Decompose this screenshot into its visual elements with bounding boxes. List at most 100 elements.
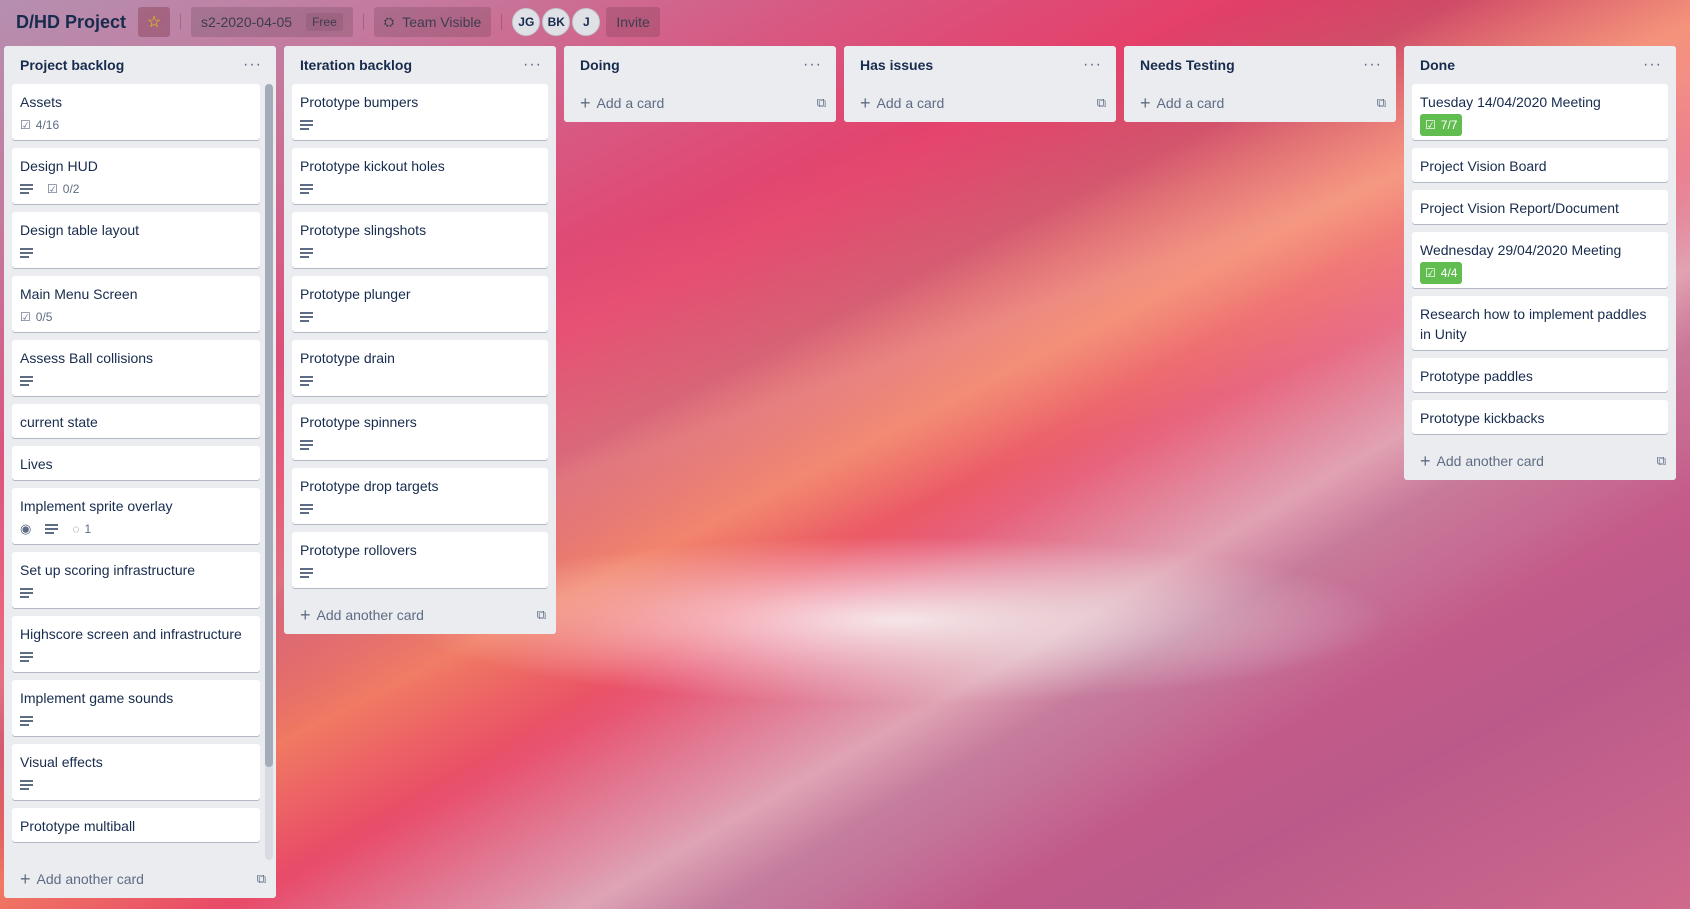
- card-template-icon[interactable]: ⧉: [1377, 95, 1386, 111]
- card[interactable]: Tuesday 14/04/2020 Meeting ☑ 7/7: [1412, 84, 1668, 140]
- list-project-backlog: Project backlog ··· Assets ☑ 4/16 Design …: [4, 46, 276, 898]
- card[interactable]: Prototype multiball: [12, 808, 260, 842]
- list-header: Done ···: [1404, 46, 1676, 84]
- add-card-label-wrap: + Add a card: [580, 93, 664, 114]
- scrollbar-thumb[interactable]: [265, 84, 273, 767]
- card-badges: ☑ 0/5: [20, 308, 252, 326]
- card[interactable]: Design table layout: [12, 212, 260, 268]
- board-title[interactable]: D/HD Project: [10, 8, 132, 37]
- list-title[interactable]: Iteration backlog: [300, 57, 412, 73]
- add-card-button[interactable]: + Add another card ⧉: [284, 596, 556, 634]
- add-card-button[interactable]: + Add a card ⧉: [844, 84, 1116, 122]
- card[interactable]: Prototype plunger: [292, 276, 548, 332]
- add-card-button[interactable]: + Add another card ⧉: [1404, 442, 1676, 480]
- list-cards-scroll[interactable]: Assets ☑ 4/16 Design HUD ☑ 0/2 Design tabl…: [4, 84, 276, 860]
- card[interactable]: Prototype drop targets: [292, 468, 548, 524]
- visibility-label: Team Visible: [402, 14, 482, 30]
- card-badges: [20, 244, 252, 262]
- avatar[interactable]: JG: [512, 8, 541, 36]
- card[interactable]: Wednesday 29/04/2020 Meeting ☑ 4/4: [1412, 232, 1668, 288]
- list-title[interactable]: Project backlog: [20, 57, 124, 73]
- plus-icon: +: [300, 604, 311, 625]
- team-button[interactable]: s2-2020-04-05 Free: [191, 7, 353, 37]
- card[interactable]: Lives: [12, 446, 260, 480]
- card-title: Assets: [20, 94, 63, 110]
- card-template-icon[interactable]: ⧉: [537, 607, 546, 623]
- description-icon: [300, 312, 313, 322]
- card-badges: ☑ 4/4: [1420, 262, 1660, 284]
- card-badges: [20, 372, 252, 390]
- card-template-icon[interactable]: ⧉: [1097, 95, 1106, 111]
- description-icon: [20, 588, 33, 598]
- card[interactable]: Project Vision Report/Document: [1412, 190, 1668, 224]
- list-title[interactable]: Done: [1420, 57, 1455, 73]
- card[interactable]: Assess Ball collisions: [12, 340, 260, 396]
- card[interactable]: Implement sprite overlay ◉ ◌ 1: [12, 488, 260, 544]
- card[interactable]: Main Menu Screen ☑ 0/5: [12, 276, 260, 332]
- card-title: Main Menu Screen: [20, 286, 138, 302]
- star-icon: ☆: [146, 14, 162, 31]
- add-card-label-wrap: + Add a card: [860, 93, 944, 114]
- card-title: Prototype kickbacks: [1420, 410, 1545, 426]
- comment-badge: ◌ 1: [72, 522, 91, 536]
- card[interactable]: Visual effects: [12, 744, 260, 800]
- card-template-icon[interactable]: ⧉: [257, 871, 266, 887]
- plus-icon: +: [1420, 450, 1431, 471]
- card[interactable]: Prototype bumpers: [292, 84, 548, 140]
- description-icon: [20, 780, 33, 790]
- team-icon: ⛭: [383, 14, 395, 29]
- list-header: Iteration backlog ···: [284, 46, 556, 84]
- add-card-button[interactable]: + Add a card ⧉: [564, 84, 836, 122]
- invite-button[interactable]: Invite: [606, 7, 660, 37]
- card[interactable]: Implement game sounds: [12, 680, 260, 736]
- card[interactable]: Prototype kickbacks: [1412, 400, 1668, 434]
- list-title[interactable]: Doing: [580, 57, 620, 73]
- card[interactable]: Prototype spinners: [292, 404, 548, 460]
- description-icon: [300, 120, 313, 130]
- card-title: Project Vision Report/Document: [1420, 200, 1619, 216]
- card-badges: ◉ ◌ 1: [20, 520, 252, 538]
- visibility-button[interactable]: ⛭ Team Visible: [373, 7, 492, 37]
- avatar[interactable]: J: [572, 8, 601, 36]
- card[interactable]: Assets ☑ 4/16: [12, 84, 260, 140]
- card-title: Prototype bumpers: [300, 94, 419, 110]
- card-title: Implement game sounds: [20, 690, 174, 706]
- list-title[interactable]: Needs Testing: [1140, 57, 1235, 73]
- checklist-count: 4/4: [1440, 266, 1458, 280]
- card[interactable]: Prototype paddles: [1412, 358, 1668, 392]
- add-card-button[interactable]: + Add a card ⧉: [1124, 84, 1396, 122]
- avatar[interactable]: BK: [542, 8, 571, 36]
- ellipsis-icon[interactable]: ···: [1363, 56, 1382, 74]
- ellipsis-icon[interactable]: ···: [803, 56, 822, 74]
- card-badges: [300, 500, 540, 518]
- card-template-icon[interactable]: ⧉: [1657, 453, 1666, 469]
- list-title[interactable]: Has issues: [860, 57, 933, 73]
- add-card-button[interactable]: + Add another card ⧉: [4, 860, 276, 898]
- card-badges: [300, 564, 540, 582]
- ellipsis-icon[interactable]: ···: [1643, 56, 1662, 74]
- checklist-icon: ☑: [20, 310, 31, 324]
- card[interactable]: Prototype kickout holes: [292, 148, 548, 204]
- checklist-count: 0/5: [35, 310, 53, 324]
- card[interactable]: Highscore screen and infrastructure: [12, 616, 260, 672]
- card[interactable]: Set up scoring infrastructure: [12, 552, 260, 608]
- description-icon: [300, 440, 313, 450]
- ellipsis-icon[interactable]: ···: [523, 56, 542, 74]
- card[interactable]: Design HUD ☑ 0/2: [12, 148, 260, 204]
- list-scrollbar[interactable]: [265, 84, 273, 860]
- card[interactable]: Research how to implement paddles in Uni…: [1412, 296, 1668, 350]
- ellipsis-icon[interactable]: ···: [1083, 56, 1102, 74]
- card-template-icon[interactable]: ⧉: [817, 95, 826, 111]
- list-header: Has issues ···: [844, 46, 1116, 84]
- card-badges: [300, 436, 540, 454]
- card[interactable]: Prototype rollovers: [292, 532, 548, 588]
- description-icon: [20, 652, 33, 662]
- card[interactable]: current state: [12, 404, 260, 438]
- ellipsis-icon[interactable]: ···: [243, 56, 262, 74]
- star-button[interactable]: ☆: [138, 7, 171, 37]
- card[interactable]: Prototype drain: [292, 340, 548, 396]
- card[interactable]: Prototype slingshots: [292, 212, 548, 268]
- card[interactable]: Project Vision Board: [1412, 148, 1668, 182]
- card-title: Prototype paddles: [1420, 368, 1533, 384]
- checklist-complete-badge: ☑ 4/4: [1420, 262, 1463, 284]
